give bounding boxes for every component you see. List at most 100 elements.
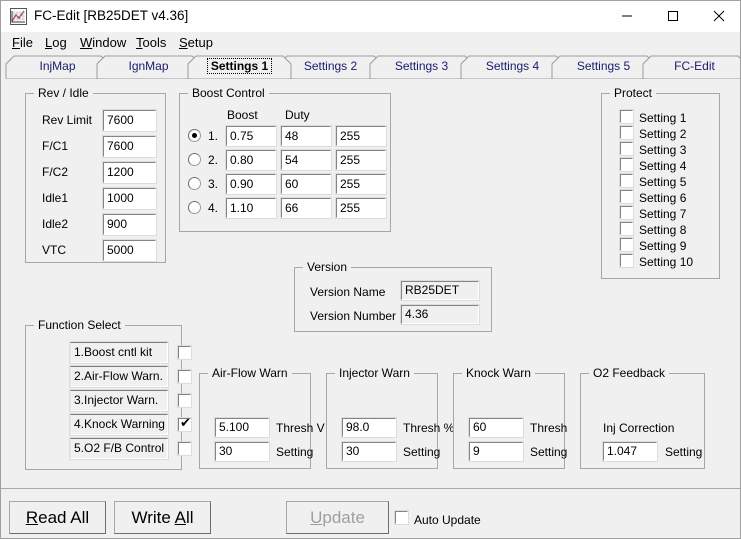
boost-control-group: Boost Control Boost Duty 1. 0.75 48 255 2. 0.80…: [179, 86, 391, 232]
write-all-button[interactable]: Write All: [114, 501, 211, 534]
rev-idle-field-rev-limit[interactable]: 7600: [102, 109, 157, 132]
boost-third-field-1[interactable]: 255: [335, 125, 387, 147]
protect-checkbox-8[interactable]: [619, 221, 634, 236]
protect-label-10: Setting 10: [639, 255, 694, 269]
protect-checkbox-1[interactable]: [619, 109, 634, 124]
protect-checkbox-9[interactable]: [619, 237, 634, 252]
tab-fc-edit[interactable]: FC-Edit: [642, 55, 740, 79]
tab-injmap[interactable]: InjMap: [5, 55, 110, 79]
rev-idle-field-vtc[interactable]: 5000: [102, 239, 157, 262]
auto-update-checkbox[interactable]: [394, 510, 409, 525]
duty-value-field-1[interactable]: 48: [280, 125, 332, 147]
boost-value-field-1[interactable]: 0.75: [225, 125, 277, 147]
function-select-checkbox-5[interactable]: [177, 441, 192, 456]
knock-thresh-field[interactable]: 60: [468, 417, 524, 438]
injector-setting-label: Setting: [403, 445, 441, 459]
protect-label-9: Setting 9: [639, 239, 687, 253]
tab-settings-2[interactable]: Settings 2: [278, 55, 383, 79]
minimize-button[interactable]: [604, 1, 650, 31]
boost-third-field-2[interactable]: 255: [335, 149, 387, 171]
function-select-checkbox-1[interactable]: [177, 345, 192, 360]
tab-label: FC-Edit: [674, 59, 715, 73]
title-bar: FC-Edit [RB25DET v4.36]: [1, 1, 740, 33]
rev-idle-label-3: Idle1: [42, 191, 69, 205]
function-select-item-3[interactable]: 3.Injector Warn.: [69, 389, 169, 412]
close-button[interactable]: [696, 1, 740, 31]
rev-idle-label-1: F/C1: [42, 139, 69, 153]
function-select-group: Function Select 1.Boost cntl kit 2.Air-Fl…: [25, 318, 192, 470]
injector-thresh-field[interactable]: 98.0: [341, 417, 397, 438]
duty-value-field-3[interactable]: 60: [280, 173, 332, 195]
menu-item-log[interactable]: Log: [42, 34, 70, 51]
protect-label-2: Setting 2: [639, 127, 687, 141]
o2-correction-field[interactable]: 1.047: [602, 441, 658, 462]
boost-value-field-2[interactable]: 0.80: [225, 149, 277, 171]
boost-row-index-1: 1.: [208, 129, 219, 143]
protect-checkbox-5[interactable]: [619, 173, 634, 188]
rev-idle-field-f-c2[interactable]: 1200: [102, 161, 157, 184]
maximize-button[interactable]: [650, 1, 696, 31]
rev-idle-field-idle2[interactable]: 900: [102, 213, 157, 236]
read-all-button[interactable]: Read All: [9, 501, 106, 534]
boost-value-field-3[interactable]: 0.90: [225, 173, 277, 195]
boost-value-field-4[interactable]: 1.10: [225, 197, 277, 219]
knock-setting-field[interactable]: 9: [468, 441, 524, 462]
tab-settings-4[interactable]: Settings 4: [460, 55, 565, 79]
boost-radio-3[interactable]: [188, 177, 201, 190]
protect-checkbox-4[interactable]: [619, 157, 634, 172]
function-select-checkbox-4[interactable]: ✔: [177, 417, 192, 432]
knock-setting-label: Setting: [530, 445, 568, 459]
tab-settings-1[interactable]: Settings 1: [187, 55, 292, 79]
menu-item-setup[interactable]: Setup: [176, 34, 216, 51]
duty-value-field-4[interactable]: 66: [280, 197, 332, 219]
injector-setting-field[interactable]: 30: [341, 441, 397, 462]
boost-radio-1[interactable]: [188, 129, 201, 142]
update-button[interactable]: Update: [286, 501, 389, 534]
protect-checkbox-10[interactable]: [619, 253, 634, 268]
protect-checkbox-6[interactable]: [619, 189, 634, 204]
boost-radio-4[interactable]: [188, 201, 201, 214]
boost-third-field-4[interactable]: 255: [335, 197, 387, 219]
o2-setting-label: Setting: [665, 445, 703, 459]
protect-checkbox-2[interactable]: [619, 125, 634, 140]
duty-value-field-2[interactable]: 54: [280, 149, 332, 171]
boost-third-field-3[interactable]: 255: [335, 173, 387, 195]
rev-idle-field-idle1[interactable]: 1000: [102, 187, 157, 210]
menu-item-file[interactable]: File: [9, 34, 36, 51]
boost-radio-2[interactable]: [188, 153, 201, 166]
protect-title: Protect: [610, 86, 657, 100]
rev-idle-field-f-c1[interactable]: 7600: [102, 135, 157, 158]
boost-radio-dot: [192, 133, 197, 138]
menu-bar: File Log Window Tools Setup: [1, 32, 740, 54]
menu-item-window[interactable]: Window: [77, 34, 129, 51]
version-number-field[interactable]: 4.36: [400, 304, 480, 325]
function-select-item-5[interactable]: 5.O2 F/B Control: [69, 437, 169, 460]
airflow-setting-field[interactable]: 30: [214, 441, 270, 462]
rev-idle-label-0: Rev Limit: [42, 113, 93, 127]
tab-ignmap[interactable]: IgnMap: [96, 55, 201, 79]
version-name-field[interactable]: RB25DET: [400, 280, 480, 301]
function-select-item-1[interactable]: 1.Boost cntl kit: [69, 341, 169, 364]
function-select-item-2[interactable]: 2.Air-Flow Warn.: [69, 365, 169, 388]
protect-label-4: Setting 4: [639, 159, 687, 173]
tab-settings-3[interactable]: Settings 3: [369, 55, 474, 79]
protect-checkbox-3[interactable]: [619, 141, 634, 156]
boost-control-title: Boost Control: [188, 86, 269, 100]
protect-label-1: Setting 1: [639, 111, 687, 125]
rev-idle-title: Rev / Idle: [34, 86, 93, 100]
protect-label-3: Setting 3: [639, 143, 687, 157]
chart-icon: [10, 8, 27, 25]
function-select-item-4[interactable]: 4.Knock Warning: [69, 413, 169, 436]
protect-checkbox-7[interactable]: [619, 205, 634, 220]
function-select-checkbox-3[interactable]: [177, 393, 192, 408]
function-select-title: Function Select: [34, 318, 125, 332]
knock-warn-title: Knock Warn: [462, 366, 535, 380]
function-select-checkbox-2[interactable]: [177, 369, 192, 384]
airflow-warn-title: Air-Flow Warn: [208, 366, 292, 380]
write-all-label: Write All: [131, 507, 194, 527]
tab-strip: InjMap IgnMap Settings 1 Settings 2 Settings…: [5, 55, 740, 79]
injector-thresh-label: Thresh %: [403, 421, 455, 435]
tab-settings-5[interactable]: Settings 5: [551, 55, 656, 79]
menu-item-tools[interactable]: Tools: [133, 34, 169, 51]
airflow-thresh-field[interactable]: 5.100: [214, 417, 270, 438]
